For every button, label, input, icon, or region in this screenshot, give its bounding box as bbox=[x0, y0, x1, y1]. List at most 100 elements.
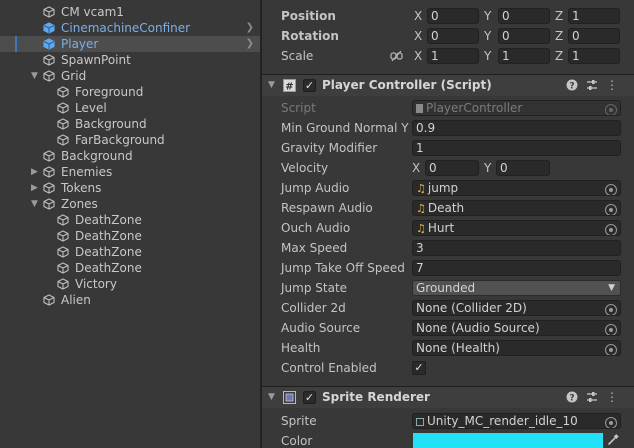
kebab-icon[interactable]: ⋮ bbox=[605, 387, 619, 408]
object-picker-icon[interactable] bbox=[605, 204, 617, 215]
hierarchy-item[interactable]: Background bbox=[0, 148, 260, 164]
hierarchy-item[interactable]: FarBackground bbox=[0, 132, 260, 148]
rotation-x-field[interactable]: 0 bbox=[427, 28, 479, 44]
scale-x-field[interactable]: 1 bbox=[427, 48, 479, 64]
health-field[interactable]: None (Health) bbox=[412, 340, 621, 356]
jump-state-dropdown[interactable]: Grounded ▼ bbox=[412, 280, 621, 296]
sliders-icon[interactable] bbox=[585, 387, 599, 408]
object-picker-icon[interactable] bbox=[605, 184, 617, 195]
position-x-field[interactable]: 0 bbox=[427, 8, 479, 24]
control-enabled-checkbox[interactable]: ✓ bbox=[412, 361, 426, 375]
velocity-y-field[interactable]: 0 bbox=[496, 160, 550, 176]
link-broken-icon[interactable] bbox=[390, 50, 403, 62]
object-picker-icon[interactable] bbox=[605, 324, 617, 335]
axis-z-label: Z bbox=[555, 49, 564, 63]
component-enabled-checkbox[interactable]: ✓ bbox=[303, 79, 316, 92]
kebab-icon[interactable]: ⋮ bbox=[605, 75, 619, 96]
health-label: Health bbox=[281, 341, 321, 355]
script-row: Script PlayerController bbox=[262, 98, 634, 118]
fold-expanded-icon[interactable]: ▼ bbox=[31, 196, 41, 212]
object-picker-icon[interactable] bbox=[605, 304, 617, 315]
jump-audio-row: Jump Audio ♫ jump bbox=[262, 178, 634, 198]
player-controller-header[interactable]: ▼ # ✓ Player Controller (Script) ? ⋮ bbox=[262, 74, 634, 96]
respawn-audio-field[interactable]: ♫ Death bbox=[412, 200, 621, 216]
object-picker-icon[interactable] bbox=[605, 417, 617, 428]
hierarchy-item[interactable]: DeathZone bbox=[0, 228, 260, 244]
music-note-icon: ♫ bbox=[416, 202, 426, 215]
axis-x-label: X bbox=[414, 29, 423, 43]
sliders-icon[interactable] bbox=[585, 75, 599, 96]
scale-z-field[interactable]: 1 bbox=[568, 48, 620, 64]
cube-icon bbox=[57, 102, 69, 114]
hierarchy-item[interactable]: Victory bbox=[0, 276, 260, 292]
axis-x-label: X bbox=[414, 9, 423, 23]
control-enabled-row: Control Enabled ✓ bbox=[262, 358, 634, 378]
fold-arrow-icon[interactable]: ▼ bbox=[268, 75, 275, 96]
sprite-field[interactable]: Unity_MC_render_idle_10 bbox=[412, 413, 621, 429]
scale-y-field[interactable]: 1 bbox=[498, 48, 550, 64]
hierarchy-item-label: Grid bbox=[61, 69, 87, 83]
help-icon[interactable]: ? bbox=[565, 75, 579, 96]
hierarchy-item-label: CM vcam1 bbox=[61, 5, 124, 19]
fold-collapsed-icon[interactable]: ▶ bbox=[31, 180, 41, 196]
fold-collapsed-icon[interactable]: ▶ bbox=[31, 164, 41, 180]
velocity-x-field[interactable]: 0 bbox=[425, 160, 479, 176]
hierarchy-item[interactable]: DeathZone bbox=[0, 244, 260, 260]
jump-take-off-speed-field[interactable]: 7 bbox=[412, 260, 621, 276]
position-y-field[interactable]: 0 bbox=[498, 8, 550, 24]
rotation-y-field[interactable]: 0 bbox=[498, 28, 550, 44]
svg-text:#: # bbox=[285, 82, 293, 93]
cube-icon bbox=[43, 182, 55, 194]
script-label: Script bbox=[281, 101, 316, 115]
svg-text:?: ? bbox=[569, 82, 574, 92]
rotation-label: Rotation bbox=[281, 29, 339, 43]
position-label: Position bbox=[281, 9, 336, 23]
hierarchy-item[interactable]: Player ❯ bbox=[0, 36, 260, 52]
jump-take-off-speed-row: Jump Take Off Speed 7 bbox=[262, 258, 634, 278]
hierarchy-item[interactable]: ▶ Enemies bbox=[0, 164, 260, 180]
audio-source-field[interactable]: None (Audio Source) bbox=[412, 320, 621, 336]
hierarchy-item-label: CinemachineConfiner bbox=[61, 21, 191, 35]
position-z-field[interactable]: 1 bbox=[568, 8, 620, 24]
jump-audio-field[interactable]: ♫ jump bbox=[412, 180, 621, 196]
eyedropper-icon[interactable] bbox=[607, 434, 619, 446]
sprite-renderer-header[interactable]: ▼ ✓ Sprite Renderer ? ⋮ bbox=[262, 386, 634, 408]
hierarchy-item-label: Alien bbox=[61, 293, 91, 307]
object-picker-icon[interactable] bbox=[605, 224, 617, 235]
hierarchy-item[interactable]: ▶ Tokens bbox=[0, 180, 260, 196]
max-speed-field[interactable]: 3 bbox=[412, 240, 621, 256]
hierarchy-item[interactable]: Alien bbox=[0, 292, 260, 308]
object-picker-icon bbox=[605, 104, 617, 115]
scale-label: Scale bbox=[281, 49, 314, 63]
chevron-right-icon[interactable]: ❯ bbox=[246, 20, 254, 36]
sprite-asset-icon bbox=[416, 418, 424, 426]
hierarchy-item[interactable]: ▼ Zones bbox=[0, 196, 260, 212]
fold-expanded-icon[interactable]: ▼ bbox=[31, 68, 41, 84]
axis-x-label: X bbox=[412, 161, 421, 175]
hierarchy-item[interactable]: CinemachineConfiner ❯ bbox=[0, 20, 260, 36]
hierarchy-item[interactable]: DeathZone bbox=[0, 260, 260, 276]
chevron-right-icon[interactable]: ❯ bbox=[246, 36, 254, 52]
axis-y-label: Y bbox=[484, 9, 492, 23]
fold-arrow-icon[interactable]: ▼ bbox=[268, 387, 275, 408]
hash-icon: # bbox=[283, 79, 296, 93]
hierarchy-item[interactable]: DeathZone bbox=[0, 212, 260, 228]
hierarchy-item[interactable]: ▼ Grid bbox=[0, 68, 260, 84]
axis-y-label: Y bbox=[484, 29, 492, 43]
help-icon[interactable]: ? bbox=[565, 387, 579, 408]
hierarchy-item[interactable]: CM vcam1 bbox=[0, 4, 260, 20]
color-swatch[interactable] bbox=[413, 433, 603, 448]
min-ground-normal-field[interactable]: 0.9 bbox=[412, 120, 621, 136]
ouch-audio-field[interactable]: ♫ Hurt bbox=[412, 220, 621, 236]
gravity-modifier-field[interactable]: 1 bbox=[412, 140, 621, 156]
hierarchy-item[interactable]: Background bbox=[0, 116, 260, 132]
hierarchy-item[interactable]: SpawnPoint bbox=[0, 52, 260, 68]
collider-2d-field[interactable]: None (Collider 2D) bbox=[412, 300, 621, 316]
object-picker-icon[interactable] bbox=[605, 344, 617, 355]
hierarchy-item[interactable]: Foreground bbox=[0, 84, 260, 100]
rotation-z-field[interactable]: 0 bbox=[568, 28, 620, 44]
hierarchy-item[interactable]: Level bbox=[0, 100, 260, 116]
selection-indicator bbox=[15, 36, 17, 52]
component-enabled-checkbox[interactable]: ✓ bbox=[303, 391, 316, 404]
health-value: None (Health) bbox=[416, 341, 500, 355]
